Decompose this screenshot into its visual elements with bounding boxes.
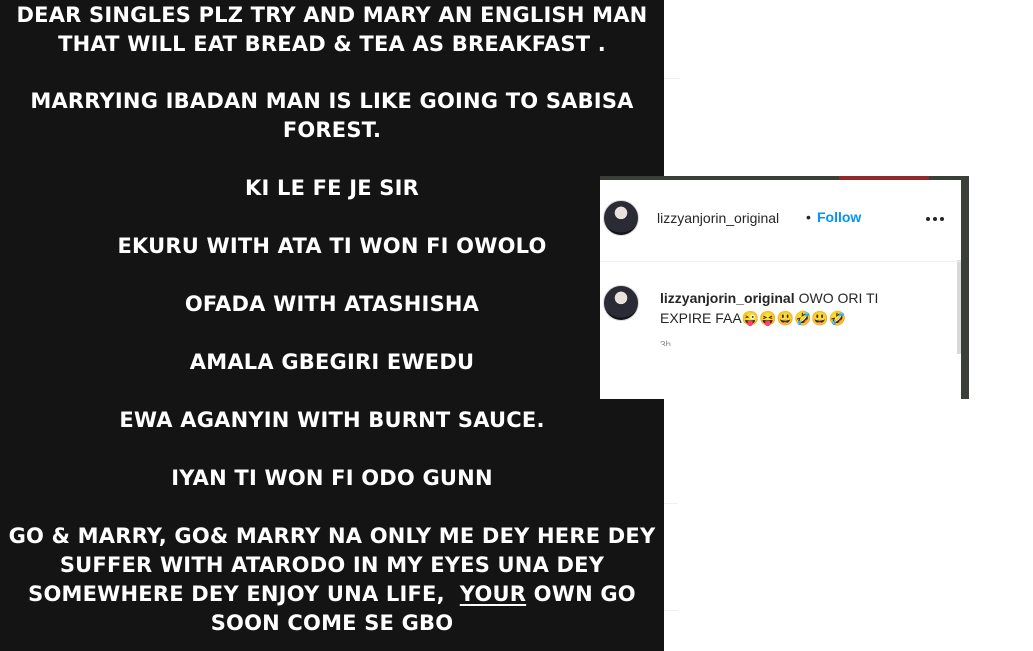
story-text-segment: SOMEWHERE DEY ENJOY UNA LIFE, [28, 582, 460, 606]
story-text-segment: OWN GO [526, 582, 636, 606]
story-text-line: KI LE FE JE SIR [244, 176, 419, 200]
story-text-line: MARRYING IBADAN MAN IS LIKE GOING TO SAB… [30, 89, 634, 113]
comment: lizzyanjorin_original OWO ORI TI EXPIRE F… [660, 288, 930, 328]
story-text-line: EWA AGANYIN WITH BURNT SAUCE. [119, 408, 545, 432]
story-text-line: IYAN TI WON FI ODO GUNN [171, 466, 493, 490]
story-text-line: SOMEWHERE DEY ENJOY UNA LIFE, YOUR OWN G… [0, 580, 664, 609]
scrollbar[interactable] [957, 260, 961, 354]
avatar[interactable] [603, 200, 639, 236]
avatar[interactable] [603, 285, 639, 321]
story-text-line: SOON COME SE GBO [210, 611, 454, 635]
more-horizontal-icon[interactable] [926, 217, 944, 221]
story-image: DEAR SINGLES PLZ TRY AND MARY AN ENGLISH… [0, 0, 664, 651]
comment-timestamp[interactable]: 3h [660, 340, 671, 346]
story-text-line: OFADA WITH ATASHISHA [184, 292, 480, 316]
story-text-line: SUFFER WITH ATARODO IN MY EYES UNA DEY [59, 553, 605, 577]
story-underlined-word: YOUR [459, 582, 527, 606]
comment-username[interactable]: lizzyanjorin_original [660, 290, 795, 306]
story-text-line: DEAR SINGLES PLZ TRY AND MARY AN ENGLISH… [16, 3, 648, 27]
image-edge [600, 176, 969, 180]
story-text-line: FOREST. [282, 118, 382, 142]
image-edge [961, 176, 969, 399]
follow-button[interactable]: Follow [817, 209, 861, 225]
header-divider [600, 261, 961, 262]
story-text-line: EKURU WITH ATA TI WON FI OWOLO [117, 234, 547, 258]
story-text-line: GO & MARRY, GO& MARRY NA ONLY ME DEY HER… [8, 524, 656, 548]
divider [664, 610, 678, 611]
divider [664, 78, 680, 79]
instagram-post-card: lizzyanjorin_original • Follow lizzyanjo… [600, 176, 969, 399]
story-text-line: THAT WILL EAT BREAD & TEA AS BREAKFAST . [58, 32, 606, 56]
divider [664, 503, 678, 504]
post-username[interactable]: lizzyanjorin_original [657, 210, 779, 226]
separator-dot: • [806, 209, 811, 225]
story-text-line: AMALA GBEGIRI EWEDU [189, 350, 475, 374]
